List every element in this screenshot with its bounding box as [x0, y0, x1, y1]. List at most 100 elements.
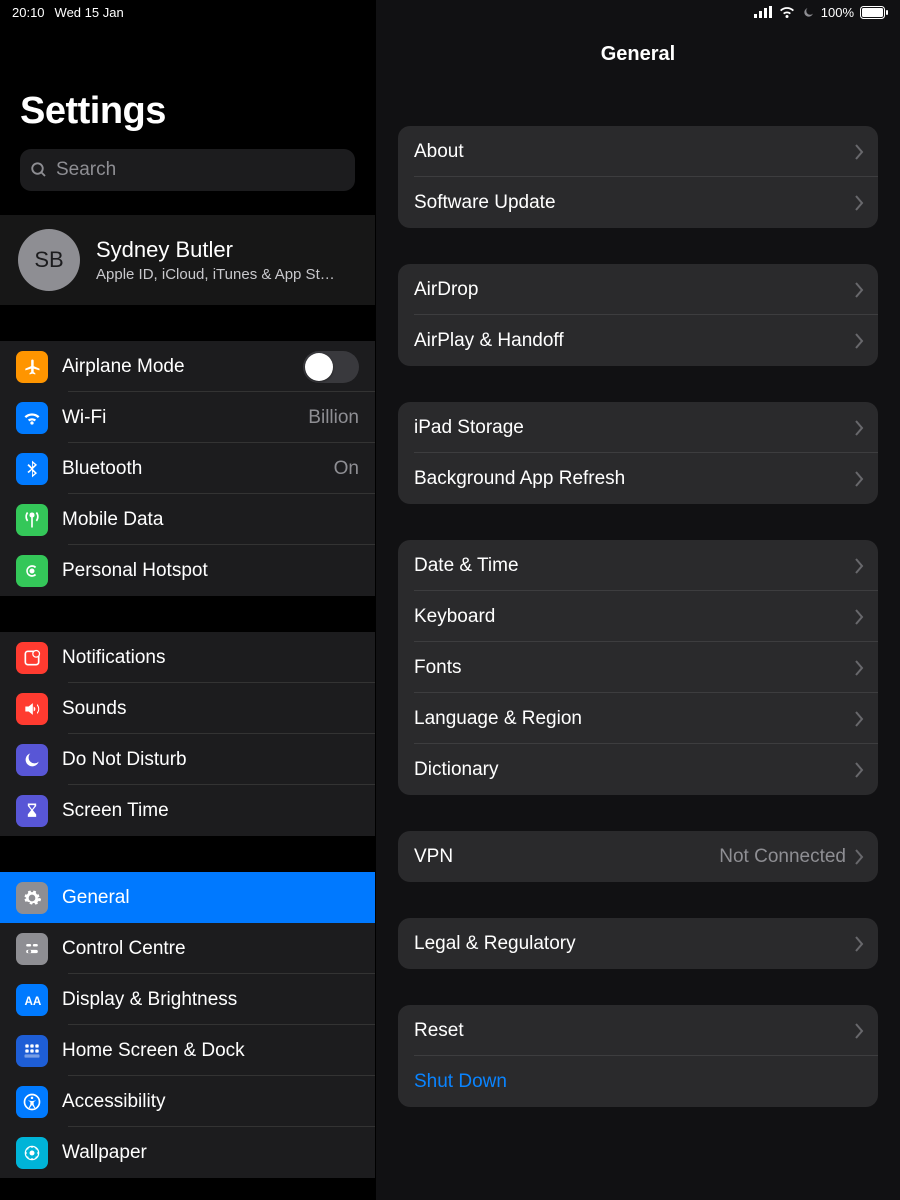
hotspot-icon: [16, 555, 48, 587]
wifi-icon: [16, 402, 48, 434]
sidebar-item-label: Wallpaper: [62, 1142, 359, 1164]
detail-item-language[interactable]: Language & Region: [398, 693, 878, 744]
detail-item-dictionary[interactable]: Dictionary: [398, 744, 878, 795]
search-icon: [30, 161, 48, 179]
sidebar-item-label: Do Not Disturb: [62, 749, 359, 771]
search-input[interactable]: Search: [20, 149, 355, 191]
detail-item-label: VPN: [414, 846, 719, 868]
sidebar-item-airplane[interactable]: Airplane Mode: [0, 341, 375, 392]
airplane-icon: [16, 351, 48, 383]
detail-item-label: iPad Storage: [414, 417, 854, 439]
sidebar-item-sounds[interactable]: Sounds: [0, 683, 375, 734]
detail-item-airdrop[interactable]: AirDrop: [398, 264, 878, 315]
sidebar-item-label: Screen Time: [62, 800, 359, 822]
avatar: SB: [18, 229, 80, 291]
detail-item-storage[interactable]: iPad Storage: [398, 402, 878, 453]
detail-item-shutdown[interactable]: Shut Down: [398, 1056, 878, 1107]
detail-item-label: Reset: [414, 1020, 854, 1042]
chevron-right-icon: [854, 936, 864, 952]
chevron-right-icon: [854, 711, 864, 727]
wifi-status-icon: [778, 6, 796, 19]
sidebar-item-accessibility[interactable]: Accessibility: [0, 1076, 375, 1127]
sidebar-item-home-screen[interactable]: Home Screen & Dock: [0, 1025, 375, 1076]
detail-item-label: Date & Time: [414, 555, 854, 577]
bluetooth-value: On: [334, 458, 359, 480]
sidebar-item-general[interactable]: General: [0, 872, 375, 923]
detail-item-label: Background App Refresh: [414, 468, 854, 490]
bluetooth-icon: [16, 453, 48, 485]
detail-item-keyboard[interactable]: Keyboard: [398, 591, 878, 642]
sidebar-item-label: Display & Brightness: [62, 989, 359, 1011]
sidebar-item-label: Home Screen & Dock: [62, 1040, 359, 1062]
settings-sidebar: Settings Search SB Sydney Butler Apple I…: [0, 0, 376, 1200]
status-date: Wed 15 Jan: [55, 5, 124, 20]
home-screen-icon: [16, 1035, 48, 1067]
antenna-icon: [16, 504, 48, 536]
airplane-toggle[interactable]: [303, 351, 359, 383]
moon-icon: [16, 744, 48, 776]
search-placeholder: Search: [56, 159, 116, 181]
sidebar-item-wifi[interactable]: Wi-Fi Billion: [0, 392, 375, 443]
detail-item-reset[interactable]: Reset: [398, 1005, 878, 1056]
wifi-value: Billion: [308, 407, 359, 429]
detail-item-label: Keyboard: [414, 606, 854, 628]
cellular-icon: [754, 6, 772, 18]
detail-item-label: Shut Down: [414, 1071, 864, 1093]
sidebar-item-display[interactable]: AA Display & Brightness: [0, 974, 375, 1025]
hourglass-icon: [16, 795, 48, 827]
detail-item-about[interactable]: About: [398, 126, 878, 177]
sidebar-item-notifications[interactable]: Notifications: [0, 632, 375, 683]
detail-pane: General About Software Update AirDrop Ai…: [376, 0, 900, 1200]
detail-item-fonts[interactable]: Fonts: [398, 642, 878, 693]
wallpaper-icon: [16, 1137, 48, 1169]
chevron-right-icon: [854, 660, 864, 676]
detail-item-label: AirPlay & Handoff: [414, 330, 854, 352]
sidebar-item-dnd[interactable]: Do Not Disturb: [0, 734, 375, 785]
accessibility-icon: [16, 1086, 48, 1118]
chevron-right-icon: [854, 333, 864, 349]
gear-icon: [16, 882, 48, 914]
sidebar-item-label: General: [62, 887, 359, 909]
chevron-right-icon: [854, 282, 864, 298]
detail-item-software-update[interactable]: Software Update: [398, 177, 878, 228]
chevron-right-icon: [854, 471, 864, 487]
detail-title: General: [601, 43, 675, 66]
vpn-value: Not Connected: [719, 846, 846, 868]
detail-item-label: Language & Region: [414, 708, 854, 730]
status-time: 20:10: [12, 5, 45, 20]
display-icon: AA: [16, 984, 48, 1016]
sidebar-item-label: Control Centre: [62, 938, 359, 960]
sidebar-item-label: Bluetooth: [62, 458, 320, 480]
chevron-right-icon: [854, 558, 864, 574]
detail-item-label: Legal & Regulatory: [414, 933, 854, 955]
sidebar-item-control-centre[interactable]: Control Centre: [0, 923, 375, 974]
chevron-right-icon: [854, 144, 864, 160]
sidebar-item-bluetooth[interactable]: Bluetooth On: [0, 443, 375, 494]
chevron-right-icon: [854, 609, 864, 625]
chevron-right-icon: [854, 195, 864, 211]
sidebar-item-wallpaper[interactable]: Wallpaper: [0, 1127, 375, 1178]
chevron-right-icon: [854, 849, 864, 865]
sounds-icon: [16, 693, 48, 725]
battery-icon: [860, 6, 888, 19]
sidebar-item-screentime[interactable]: Screen Time: [0, 785, 375, 836]
control-centre-icon: [16, 933, 48, 965]
sidebar-item-hotspot[interactable]: Personal Hotspot: [0, 545, 375, 596]
sidebar-item-label: Sounds: [62, 698, 359, 720]
detail-item-date-time[interactable]: Date & Time: [398, 540, 878, 591]
page-title: Settings: [20, 90, 355, 133]
profile-sub: Apple ID, iCloud, iTunes & App St…: [96, 266, 335, 283]
detail-item-legal[interactable]: Legal & Regulatory: [398, 918, 878, 969]
profile-name: Sydney Butler: [96, 237, 335, 263]
sidebar-item-label: Notifications: [62, 647, 359, 669]
status-bar: 20:10 Wed 15 Jan 100%: [0, 0, 900, 24]
chevron-right-icon: [854, 762, 864, 778]
sidebar-item-label: Personal Hotspot: [62, 560, 359, 582]
apple-id-row[interactable]: SB Sydney Butler Apple ID, iCloud, iTune…: [0, 215, 375, 305]
detail-item-label: About: [414, 141, 854, 163]
detail-item-airplay[interactable]: AirPlay & Handoff: [398, 315, 878, 366]
sidebar-item-mobile-data[interactable]: Mobile Data: [0, 494, 375, 545]
detail-item-vpn[interactable]: VPNNot Connected: [398, 831, 878, 882]
sidebar-item-label: Accessibility: [62, 1091, 359, 1113]
detail-item-background-refresh[interactable]: Background App Refresh: [398, 453, 878, 504]
